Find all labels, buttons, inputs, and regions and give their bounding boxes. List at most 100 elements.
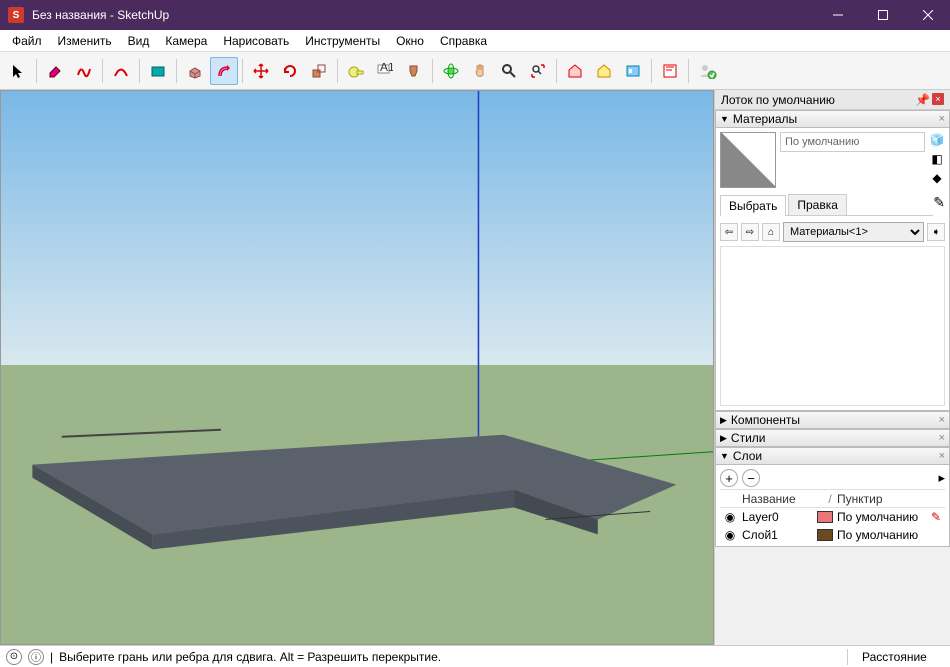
layer-color-swatch[interactable] xyxy=(817,529,833,541)
layer-row[interactable]: ◉ Слой1 По умолчанию xyxy=(720,526,945,544)
menu-камера[interactable]: Камера xyxy=(157,32,215,50)
eraser-icon xyxy=(47,63,63,79)
sort-icon[interactable]: / xyxy=(823,492,837,506)
tape-tool[interactable] xyxy=(342,57,370,85)
orbit-tool[interactable] xyxy=(437,57,465,85)
line-icon xyxy=(76,63,92,79)
material-preview[interactable] xyxy=(720,132,776,188)
pan-icon xyxy=(472,63,488,79)
minimize-button[interactable] xyxy=(815,0,860,30)
text-tool[interactable]: A1 xyxy=(371,57,399,85)
move-tool[interactable] xyxy=(247,57,275,85)
statusbar-separator: | xyxy=(50,650,53,664)
panel-layers-close[interactable]: × xyxy=(939,450,945,462)
menu-изменить[interactable]: Изменить xyxy=(50,32,120,50)
materials-home-button[interactable]: ⌂ xyxy=(762,223,780,241)
panel-components-header[interactable]: ▶ Компоненты × xyxy=(715,411,950,429)
layers-head-dash[interactable]: Пунктир xyxy=(837,492,927,506)
select-icon xyxy=(10,63,26,79)
tape-icon xyxy=(348,63,364,79)
paint-tool[interactable] xyxy=(400,57,428,85)
panel-materials-close[interactable]: × xyxy=(939,113,945,125)
user-icon xyxy=(697,63,717,79)
layer-color-swatch[interactable] xyxy=(817,511,833,523)
expand-arrow-icon: ▶ xyxy=(720,415,727,426)
layout-tool[interactable] xyxy=(656,57,684,85)
scale-tool[interactable] xyxy=(305,57,333,85)
arc-tool[interactable] xyxy=(107,57,135,85)
menu-файл[interactable]: Файл xyxy=(4,32,50,50)
layer-name: Layer0 xyxy=(740,510,803,524)
zoom-extents-icon xyxy=(530,63,546,79)
statusbar: ⊙ ⓘ | Выберите грань или ребра для сдвиг… xyxy=(0,645,950,667)
window-title: Без названия - SketchUp xyxy=(32,8,815,22)
materials-tab-edit[interactable]: Правка xyxy=(788,194,847,215)
menu-нарисовать[interactable]: Нарисовать xyxy=(215,32,297,50)
warehouse2-tool[interactable] xyxy=(590,57,618,85)
materials-forward-button[interactable]: ⇨ xyxy=(741,223,759,241)
status-hint: Выберите грань или ребра для сдвига. Alt… xyxy=(59,650,441,664)
panel-layers-header[interactable]: ▼ Слои × xyxy=(715,447,950,465)
distance-label: Расстояние xyxy=(854,650,944,664)
layer-remove-button[interactable]: − xyxy=(742,469,760,487)
credits-icon[interactable]: ⓘ xyxy=(28,649,44,665)
pin-icon[interactable]: 📌 xyxy=(915,93,930,107)
minimize-icon xyxy=(833,10,843,20)
visibility-icon[interactable]: ◉ xyxy=(720,510,740,524)
collapse-arrow-icon: ▼ xyxy=(720,451,729,461)
materials-menu-button[interactable]: ➧ xyxy=(927,223,945,241)
user-tool[interactable] xyxy=(693,57,721,85)
layer-indicator-icon: ✎ xyxy=(927,510,945,524)
menu-справка[interactable]: Справка xyxy=(432,32,495,50)
close-icon xyxy=(923,10,933,20)
panel-materials-label: Материалы xyxy=(733,112,797,126)
visibility-icon[interactable]: ◉ xyxy=(720,528,740,542)
text-icon: A1 xyxy=(377,63,393,79)
orbit-icon xyxy=(443,63,459,79)
layer-row[interactable]: ◉ Layer0 По умолчанию ✎ xyxy=(720,508,945,526)
tray-close-button[interactable]: × xyxy=(932,93,944,105)
eyedropper-icon[interactable]: ✎ xyxy=(933,194,945,211)
offset-icon xyxy=(216,63,232,79)
geolocation-icon[interactable]: ⊙ xyxy=(6,649,22,665)
zoom-icon xyxy=(501,63,517,79)
menu-окно[interactable]: Окно xyxy=(388,32,432,50)
rectangle-tool[interactable] xyxy=(144,57,172,85)
layers-head-name[interactable]: Название xyxy=(740,492,823,506)
materials-grid[interactable] xyxy=(720,246,945,406)
menu-инструменты[interactable]: Инструменты xyxy=(297,32,388,50)
rotate-tool[interactable] xyxy=(276,57,304,85)
materials-tab-select[interactable]: Выбрать xyxy=(720,195,786,216)
warehouse2-icon xyxy=(596,63,612,79)
maximize-button[interactable] xyxy=(860,0,905,30)
menu-вид[interactable]: Вид xyxy=(120,32,158,50)
panel-materials-header[interactable]: ▼ Материалы × xyxy=(715,110,950,128)
panel-styles-close[interactable]: × xyxy=(939,432,945,444)
line-tool[interactable] xyxy=(70,57,98,85)
layer-menu-button[interactable]: ▸ xyxy=(938,470,945,486)
material-create-icon[interactable]: 🧊 xyxy=(929,132,945,148)
extension-tool[interactable] xyxy=(619,57,647,85)
material-name-input[interactable] xyxy=(780,132,925,152)
materials-back-button[interactable]: ⇦ xyxy=(720,223,738,241)
zoom-extents-tool[interactable] xyxy=(524,57,552,85)
svg-text:A1: A1 xyxy=(380,63,393,74)
materials-collection-select[interactable]: Материалы<1> xyxy=(783,222,924,242)
pushpull-tool[interactable] xyxy=(181,57,209,85)
panel-styles-header[interactable]: ▶ Стили × xyxy=(715,429,950,447)
tray-header: Лоток по умолчанию 📌 × xyxy=(715,90,950,110)
viewport-3d[interactable] xyxy=(0,90,714,645)
eraser-tool[interactable] xyxy=(41,57,69,85)
close-button[interactable] xyxy=(905,0,950,30)
offset-tool[interactable] xyxy=(210,57,238,85)
move-icon xyxy=(253,63,269,79)
warehouse-tool[interactable] xyxy=(561,57,589,85)
pan-tool[interactable] xyxy=(466,57,494,85)
layer-add-button[interactable]: + xyxy=(720,469,738,487)
extension-icon xyxy=(625,63,641,79)
zoom-tool[interactable] xyxy=(495,57,523,85)
select-tool[interactable] xyxy=(4,57,32,85)
panel-components-close[interactable]: × xyxy=(939,414,945,426)
material-inmodel-icon[interactable]: ◆ xyxy=(929,170,945,186)
material-default-icon[interactable]: ◧ xyxy=(929,151,945,167)
